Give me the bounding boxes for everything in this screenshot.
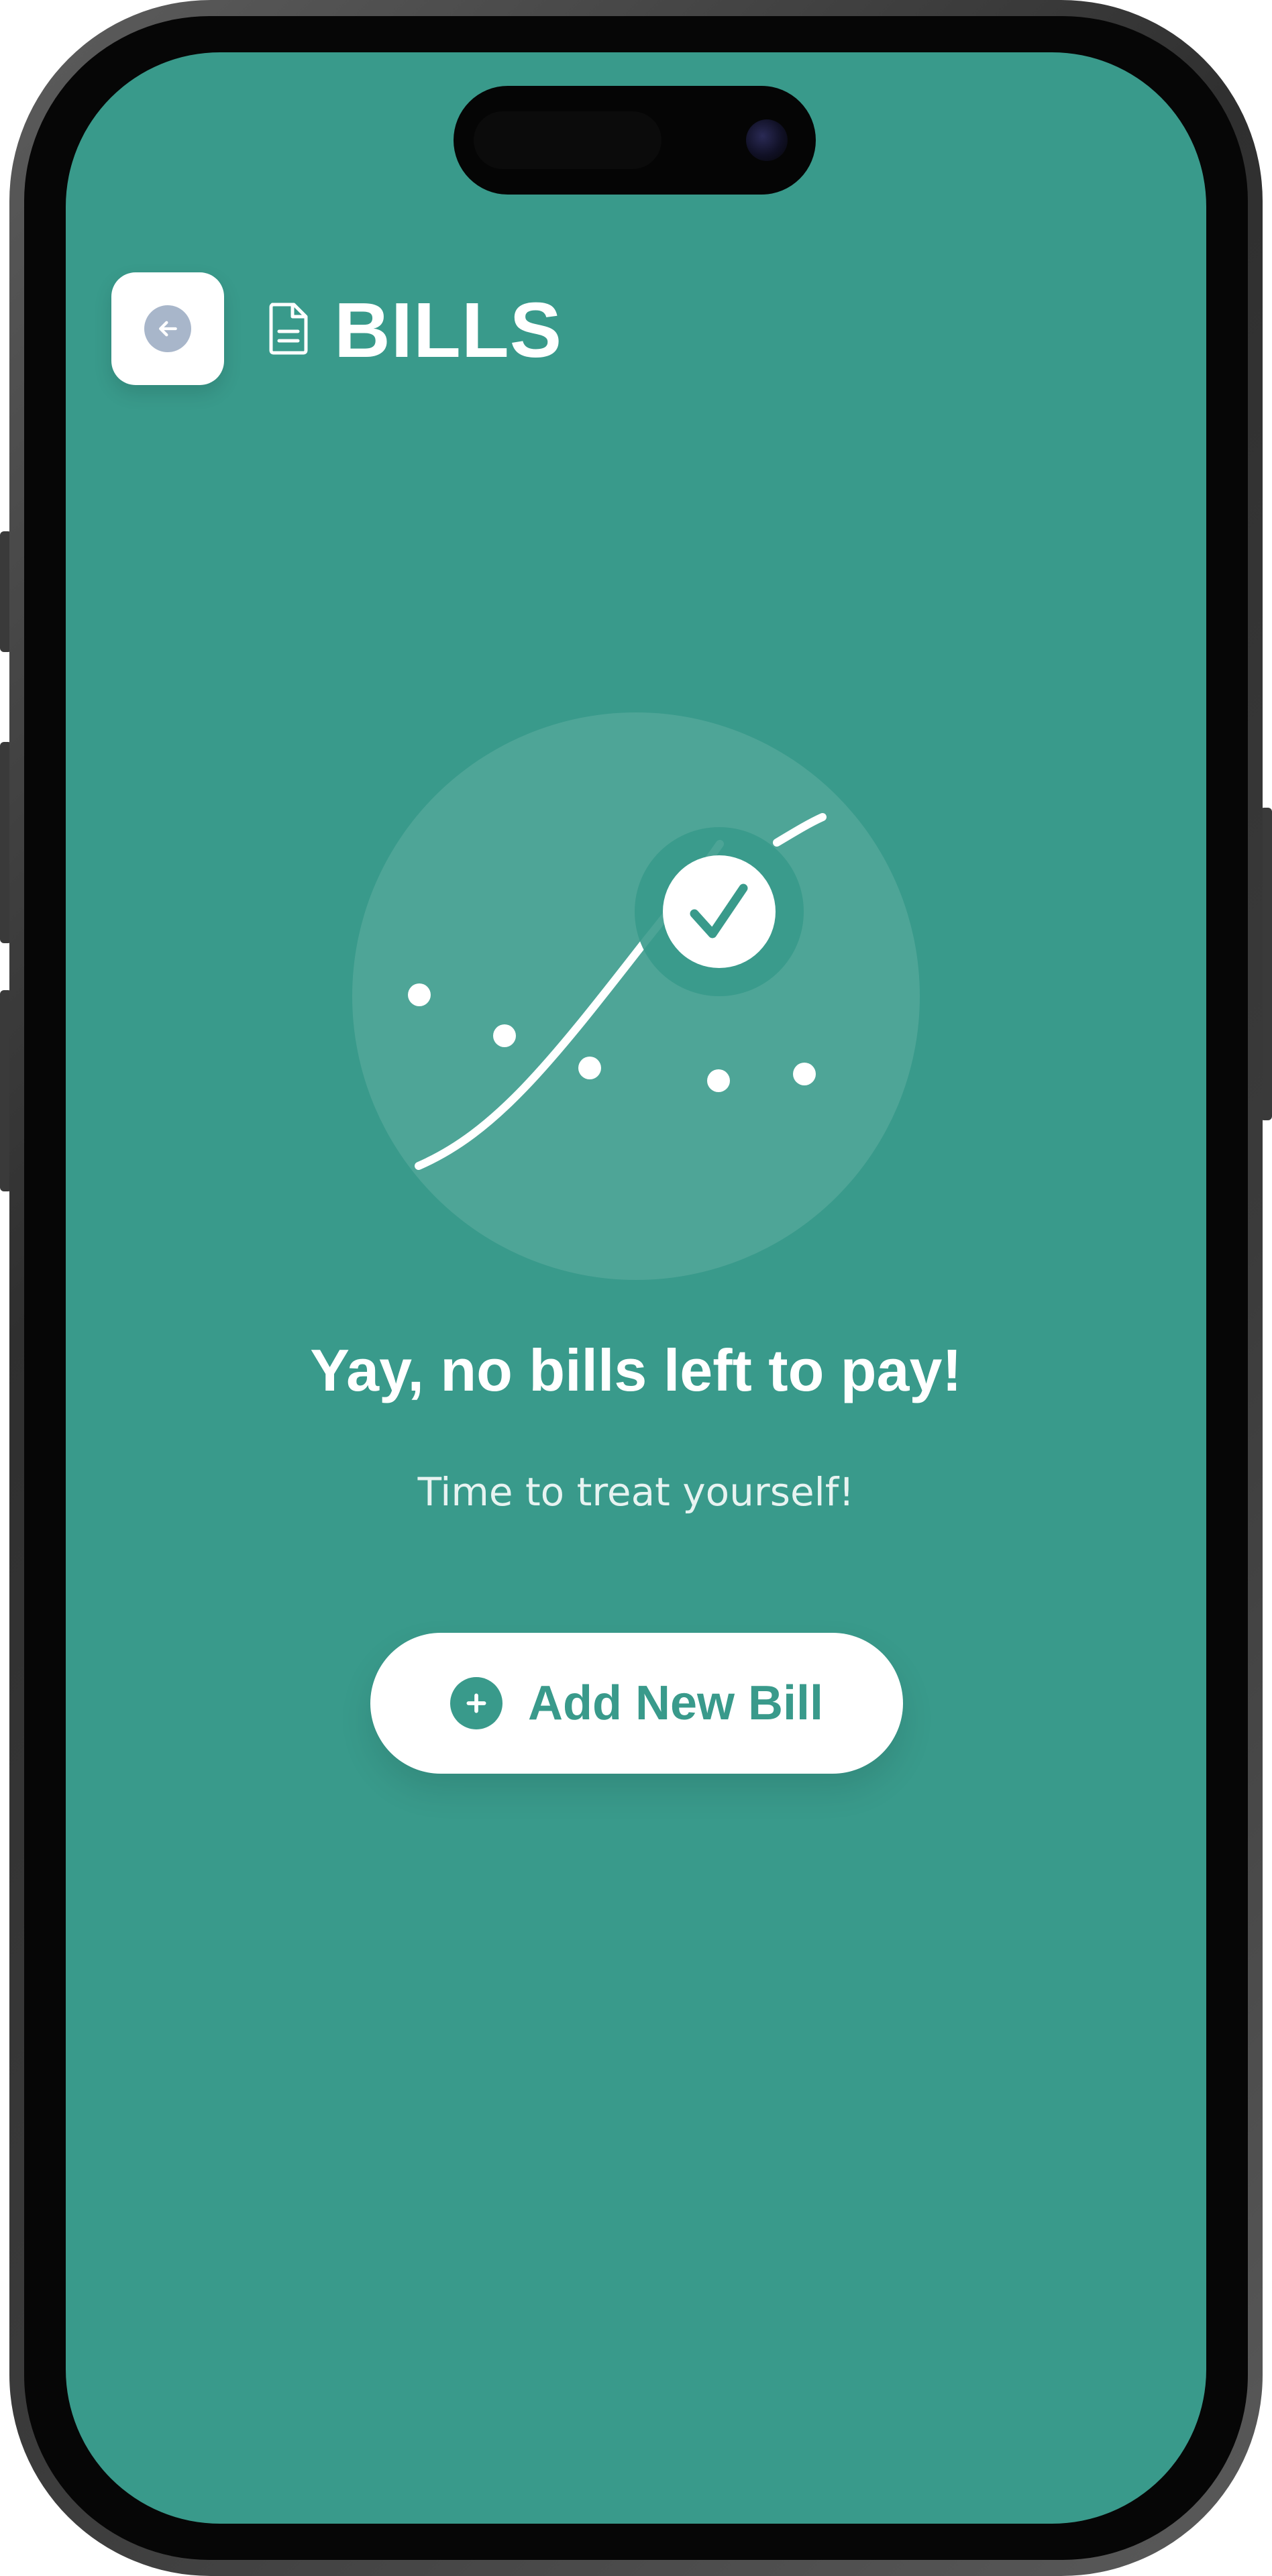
- page-title: BILLS: [334, 286, 563, 374]
- camera-lens-icon: [746, 119, 788, 161]
- plus-circle-icon: [449, 1677, 502, 1729]
- back-button[interactable]: [111, 272, 224, 385]
- chart-check-icon: [352, 712, 920, 1280]
- document-icon: [269, 303, 308, 355]
- add-new-bill-button[interactable]: Add New Bill: [370, 1633, 903, 1774]
- app-screen: BILLS Yay, no bills left to pay! Time to…: [66, 52, 1206, 2524]
- add-new-bill-label: Add New Bill: [527, 1676, 823, 1730]
- empty-state-subline: Time to treat yourself!: [417, 1469, 855, 1515]
- dynamic-island: [454, 86, 816, 195]
- arrow-left-icon: [144, 305, 191, 352]
- empty-state-headline: Yay, no bills left to pay!: [310, 1337, 962, 1403]
